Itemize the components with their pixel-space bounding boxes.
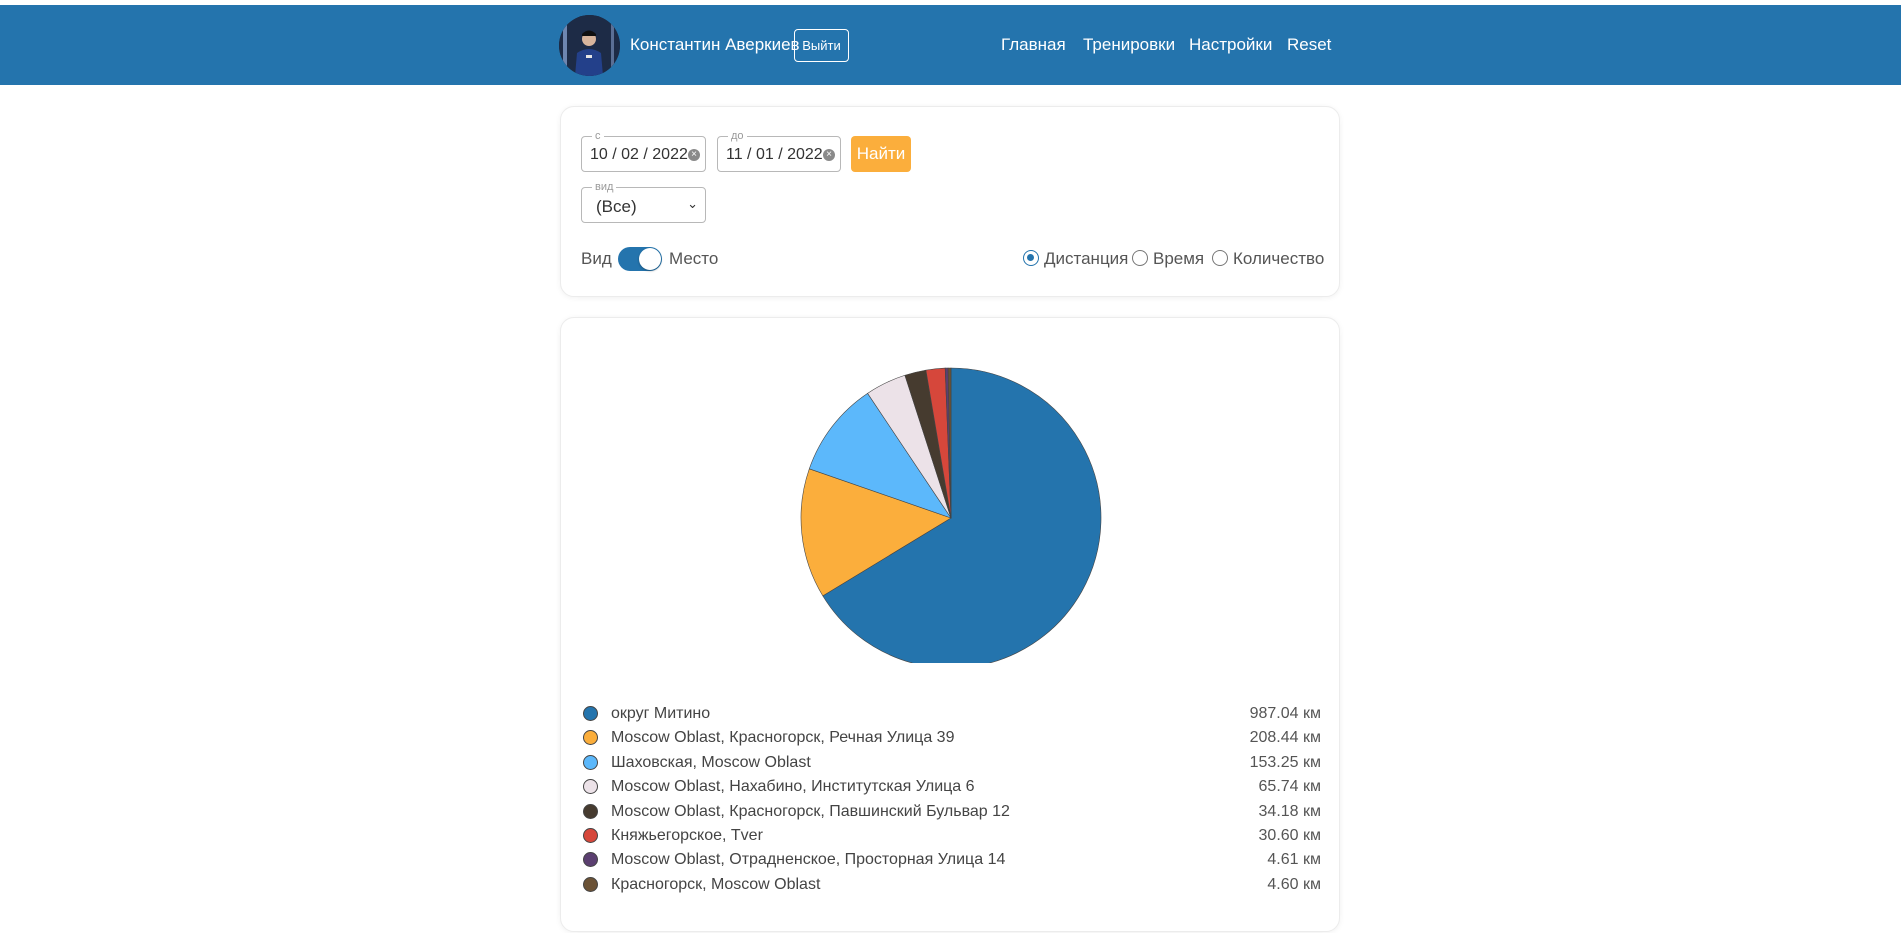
date-to-label: до xyxy=(728,129,747,143)
date-to-field[interactable]: до 11 / 01 / 2022 × xyxy=(717,129,841,172)
legend-value: 987.04 км xyxy=(1249,705,1321,722)
clear-icon[interactable]: × xyxy=(823,149,835,161)
legend-item[interactable]: Moscow Oblast, Отрадненское, Просторная … xyxy=(581,849,1321,871)
chevron-down-icon: ⌄ xyxy=(687,196,698,211)
radio-time-label[interactable]: Время xyxy=(1153,249,1204,269)
legend-swatch xyxy=(583,852,598,868)
radio-count-label[interactable]: Количество xyxy=(1233,249,1324,269)
user-avatar-icon xyxy=(559,15,620,76)
legend-value: 30.60 км xyxy=(1258,827,1321,844)
legend-swatch xyxy=(583,779,598,795)
radio-distance-label[interactable]: Дистанция xyxy=(1044,249,1128,269)
date-to-value: 11 / 01 / 2022 xyxy=(726,146,823,163)
legend-item[interactable]: Княжьегорское, Tver 30.60 км xyxy=(581,825,1321,847)
legend-value: 4.60 км xyxy=(1267,875,1321,893)
legend-value: 34.18 км xyxy=(1258,802,1321,820)
type-select-label: вид xyxy=(592,180,617,194)
legend-item[interactable]: Шаховская, Moscow Oblast 153.25 км xyxy=(581,752,1321,774)
legend-swatch xyxy=(583,828,598,843)
find-button[interactable]: Найти xyxy=(851,136,911,172)
legend-label: Moscow Oblast, Красногорск, Павшинский Б… xyxy=(611,802,1010,820)
avatar[interactable] xyxy=(559,15,620,76)
chart-panel: округ Митино 987.04 км Moscow Oblast, Крас… xyxy=(560,317,1340,932)
logout-button[interactable]: Выйти xyxy=(794,29,849,62)
legend-swatch xyxy=(583,730,598,746)
legend-label: Шаховская, Moscow Oblast xyxy=(611,753,811,771)
radio-time[interactable] xyxy=(1132,250,1148,266)
toggle-right-label: Место xyxy=(669,249,719,268)
legend-value: 4.61 км xyxy=(1267,851,1321,869)
nav-reset[interactable]: Reset xyxy=(1287,35,1331,55)
legend-swatch xyxy=(583,754,598,770)
type-select[interactable]: вид (Все) ⌄ xyxy=(581,180,706,223)
legend-value: 65.74 км xyxy=(1258,778,1321,796)
legend-item[interactable]: Красногорск, Moscow Oblast 4.60 км xyxy=(581,874,1321,896)
nav-settings[interactable]: Настройки xyxy=(1189,35,1272,55)
filter-panel: с 10 / 02 / 2022 × до 11 / 01 / 2022 × Н… xyxy=(560,106,1340,297)
user-name: Константин Аверкиев xyxy=(630,35,800,54)
toggle-knob xyxy=(639,248,661,270)
legend-item[interactable]: Moscow Oblast, Нахабино, Институтская Ул… xyxy=(581,776,1321,798)
date-from-value: 10 / 02 / 2022 xyxy=(590,146,688,163)
group-by-toggle[interactable] xyxy=(618,247,662,271)
legend-item[interactable]: Moscow Oblast, Красногорск, Павшинский Б… xyxy=(581,801,1321,823)
legend-item[interactable]: Moscow Oblast, Красногорск, Речная Улица… xyxy=(581,727,1321,749)
legend-swatch xyxy=(583,706,598,721)
legend-value: 153.25 км xyxy=(1249,753,1321,771)
radio-distance[interactable] xyxy=(1023,250,1039,266)
radio-count[interactable] xyxy=(1212,250,1228,266)
type-select-value: (Все) xyxy=(596,197,637,216)
legend-label: Moscow Oblast, Отрадненское, Просторная … xyxy=(611,851,1006,869)
nav-workouts[interactable]: Тренировки xyxy=(1083,35,1175,55)
legend-label: Moscow Oblast, Нахабино, Институтская Ул… xyxy=(611,778,975,796)
top-navbar: Константин Аверкиев Выйти Главная Тренир… xyxy=(0,5,1901,85)
nav-home[interactable]: Главная xyxy=(1001,35,1066,55)
toggle-left-label: Вид xyxy=(581,249,612,268)
clear-icon[interactable]: × xyxy=(688,149,700,161)
legend-label: округ Митино xyxy=(611,705,711,722)
date-from-label: с xyxy=(592,129,604,143)
legend-swatch xyxy=(583,803,598,819)
legend-label: Красногорск, Moscow Oblast xyxy=(611,875,821,893)
date-from-field[interactable]: с 10 / 02 / 2022 × xyxy=(581,129,706,172)
legend-label: Княжьегорское, Tver xyxy=(611,827,763,844)
legend-label: Moscow Oblast, Красногорск, Речная Улица… xyxy=(611,729,955,747)
legend-value: 208.44 км xyxy=(1249,729,1321,747)
legend-item[interactable]: округ Митино 987.04 км xyxy=(581,703,1321,725)
pie-chart xyxy=(800,367,1102,663)
legend-swatch xyxy=(583,876,598,892)
